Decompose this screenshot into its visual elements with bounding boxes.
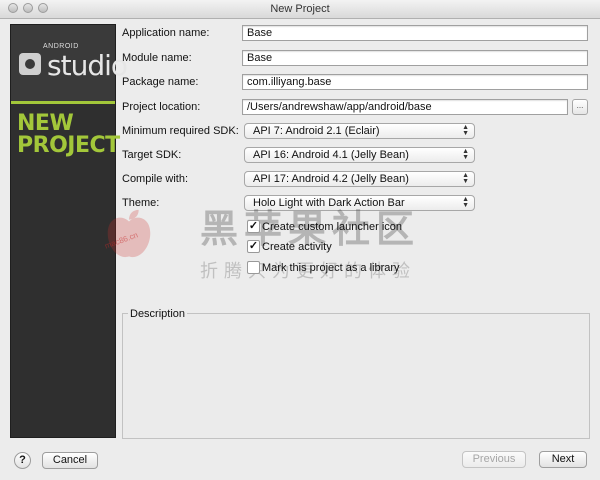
min-sdk-value: API 7: Android 2.1 (Eclair) [253,125,380,137]
cancel-button[interactable]: Cancel [42,452,98,469]
package-name-label: Package name: [122,76,199,88]
compile-with-value: API 17: Android 4.2 (Jelly Bean) [253,173,409,185]
window-titlebar: New Project [0,0,600,19]
target-sdk-value: API 16: Android 4.1 (Jelly Bean) [253,149,409,161]
next-button[interactable]: Next [539,451,587,468]
app-name-input[interactable]: Base [242,25,588,41]
android-studio-logo: ANDROID studio [11,25,128,104]
previous-button[interactable]: Previous [462,451,526,468]
select-arrows-icon: ▲ ▼ [462,148,469,161]
target-sdk-label: Target SDK: [122,149,182,161]
minimize-window-button[interactable] [23,3,33,13]
new-project-heading: NEW PROJECT [17,111,120,158]
min-sdk-label: Minimum required SDK: [122,125,239,137]
project-location-input[interactable]: /Users/andrewshaw/app/android/base [242,99,568,115]
android-gear-icon [19,53,41,75]
browse-location-button[interactable]: ... [572,99,588,115]
create-activity-checkbox[interactable]: ✓ [247,240,260,253]
help-button[interactable]: ? [14,452,31,469]
close-window-button[interactable] [8,3,18,13]
target-sdk-select[interactable]: API 16: Android 4.1 (Jelly Bean) ▲ ▼ [244,147,475,163]
zoom-window-button[interactable] [38,3,48,13]
library-project-label: Mark this project as a library [262,262,400,274]
project-location-label: Project location: [122,101,201,113]
create-activity-label: Create activity [262,241,332,253]
custom-launcher-icon-label: Create custom launcher icon [262,221,403,233]
custom-launcher-icon-checkbox[interactable]: ✓ [247,220,260,233]
app-name-label: Application name: [122,27,210,39]
package-name-input[interactable]: com.illiyang.base [242,74,588,90]
compile-with-select[interactable]: API 17: Android 4.2 (Jelly Bean) ▲ ▼ [244,171,475,187]
description-panel [122,313,590,439]
compile-with-label: Compile with: [122,173,189,185]
window-title: New Project [270,3,330,15]
description-title: Description [128,308,188,320]
select-arrows-icon: ▲ ▼ [462,196,469,209]
module-name-label: Module name: [122,52,192,64]
module-name-input[interactable]: Base [242,50,588,66]
library-project-checkbox[interactable] [247,261,260,274]
studio-wordmark: studio [47,49,128,82]
select-arrows-icon: ▲ ▼ [462,172,469,185]
select-arrows-icon: ▲ ▼ [462,124,469,137]
min-sdk-select[interactable]: API 7: Android 2.1 (Eclair) ▲ ▼ [244,123,475,139]
